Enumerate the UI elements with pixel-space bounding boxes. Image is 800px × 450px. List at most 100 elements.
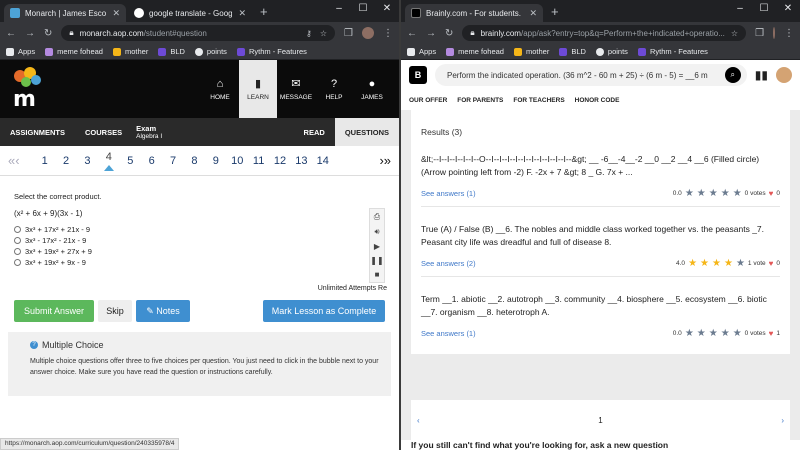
answer-choice[interactable]: 3x³ + 19x² + 9x - 9 bbox=[14, 257, 385, 268]
stop-icon[interactable]: ■ bbox=[375, 270, 380, 279]
nav-learn[interactable]: ▮ LEARN bbox=[239, 60, 277, 118]
answer-choice[interactable]: 3x³ + 19x² + 27x + 9 bbox=[14, 246, 385, 257]
bookmark-mother[interactable]: mother bbox=[112, 47, 148, 56]
maximize-icon[interactable]: ☐ bbox=[752, 3, 776, 14]
question-number[interactable]: 10 bbox=[227, 155, 248, 167]
prev-page-icon[interactable]: ‹ bbox=[417, 416, 420, 425]
result-item[interactable]: &lt;--I--I--I--I--I--O--I--I--I--I--I--I… bbox=[421, 147, 780, 207]
see-answers-link[interactable]: See answers (1) bbox=[421, 327, 476, 340]
heart-icon[interactable]: ♥ bbox=[769, 187, 774, 200]
bookmark-mother[interactable]: mother bbox=[513, 47, 549, 56]
result-text[interactable]: True (A) / False (B) __6. The nobles and… bbox=[421, 217, 780, 249]
profile-avatar[interactable] bbox=[362, 27, 374, 39]
nav-home[interactable]: ⌂ HOME bbox=[201, 60, 239, 118]
question-number[interactable]: 2 bbox=[55, 155, 76, 167]
bookmark-meme[interactable]: meme fohead bbox=[446, 47, 504, 56]
bookmark-bld[interactable]: BLD bbox=[559, 47, 586, 56]
first-question-icon[interactable]: «‹ bbox=[8, 153, 34, 168]
bookmark-apps[interactable]: Apps bbox=[6, 47, 35, 56]
monarch-logo[interactable]: m bbox=[10, 66, 44, 110]
answer-choice[interactable]: 3x³ + 17x² + 21x - 9 bbox=[14, 224, 385, 235]
reload-icon[interactable]: ↻ bbox=[445, 28, 453, 39]
questions-tab[interactable]: QUESTIONS bbox=[334, 118, 399, 146]
bookmark-rythm[interactable]: Rythm - Features bbox=[236, 47, 307, 56]
play-icon[interactable]: ▶ bbox=[374, 242, 380, 251]
question-number[interactable]: 13 bbox=[291, 155, 312, 167]
notes-button[interactable]: ✎ Notes bbox=[136, 300, 190, 322]
reload-icon[interactable]: ↻ bbox=[44, 28, 52, 39]
forward-icon[interactable]: → bbox=[426, 28, 436, 39]
read-tab[interactable]: READ bbox=[294, 118, 335, 146]
close-tab-icon[interactable]: ✕ bbox=[529, 8, 537, 19]
menu-our-offer[interactable]: OUR OFFER bbox=[409, 97, 447, 104]
result-text[interactable]: Term __1. abiotic __2. autotroph __3. co… bbox=[421, 287, 780, 319]
answer-choice[interactable]: 3x³ - 17x² - 21x - 9 bbox=[14, 235, 385, 246]
maximize-icon[interactable]: ☐ bbox=[351, 3, 375, 14]
minimize-icon[interactable]: – bbox=[728, 3, 752, 14]
menu-for-parents[interactable]: FOR PARENTS bbox=[457, 97, 503, 104]
pause-icon[interactable]: ❚❚ bbox=[370, 256, 383, 265]
question-number-current[interactable]: 4 bbox=[98, 151, 119, 171]
brainly-logo[interactable]: B bbox=[409, 66, 427, 84]
bookmark-points[interactable]: points bbox=[595, 47, 628, 56]
close-window-icon[interactable]: ✕ bbox=[375, 3, 399, 14]
radio-button[interactable] bbox=[14, 248, 21, 255]
see-answers-link[interactable]: See answers (1) bbox=[421, 187, 476, 200]
star-icon[interactable]: ☆ bbox=[731, 29, 738, 38]
minimize-icon[interactable]: – bbox=[327, 3, 351, 14]
question-number[interactable]: 12 bbox=[269, 155, 290, 167]
profile-avatar[interactable] bbox=[773, 27, 775, 39]
heart-icon[interactable]: ♥ bbox=[769, 327, 774, 340]
next-question-icon[interactable]: ›» bbox=[379, 153, 391, 168]
key-icon[interactable]: ⚷ bbox=[306, 29, 312, 38]
search-icon[interactable]: ⌕ bbox=[724, 67, 741, 83]
avatar[interactable] bbox=[776, 67, 792, 83]
stats-icon[interactable]: ▮▮ bbox=[755, 68, 768, 82]
menu-honor-code[interactable]: HONOR CODE bbox=[575, 97, 620, 104]
tab-brainly[interactable]: Brainly.com - For students. By st ✕ bbox=[405, 4, 543, 22]
courses-link[interactable]: COURSES bbox=[75, 118, 132, 146]
question-number[interactable]: 7 bbox=[162, 155, 183, 167]
question-number[interactable]: 14 bbox=[312, 155, 333, 167]
tab-monarch[interactable]: Monarch | James Escobar ✕ bbox=[4, 4, 126, 22]
close-tab-icon[interactable]: ✕ bbox=[238, 8, 246, 19]
nav-help[interactable]: ? HELP bbox=[315, 60, 353, 118]
star-icon[interactable]: ☆ bbox=[320, 29, 327, 38]
address-bar[interactable]: 🔒︎ monarch.aop.com/student#question ⚷ ☆ bbox=[61, 25, 336, 41]
close-tab-icon[interactable]: ✕ bbox=[112, 8, 120, 19]
question-number[interactable]: 11 bbox=[248, 155, 269, 167]
close-window-icon[interactable]: ✕ bbox=[776, 3, 800, 14]
nav-user[interactable]: ● JAMES bbox=[353, 60, 391, 118]
skip-button[interactable]: Skip bbox=[98, 300, 132, 322]
new-tab-icon[interactable]: + bbox=[260, 4, 268, 19]
question-number[interactable]: 3 bbox=[77, 155, 98, 167]
assignments-link[interactable]: ASSIGNMENTS bbox=[0, 118, 75, 146]
next-page-icon[interactable]: › bbox=[781, 416, 784, 425]
speaker-icon[interactable]: 🔊︎ bbox=[374, 227, 379, 237]
heart-icon[interactable]: ♥ bbox=[769, 257, 774, 270]
bookmark-points[interactable]: points bbox=[194, 47, 227, 56]
radio-button[interactable] bbox=[14, 259, 21, 266]
result-item[interactable]: True (A) / False (B) __6. The nobles and… bbox=[421, 217, 780, 277]
tab-google[interactable]: google translate - Google Search ✕ bbox=[128, 4, 252, 22]
radio-button[interactable] bbox=[14, 226, 21, 233]
bookmark-apps[interactable]: Apps bbox=[407, 47, 436, 56]
bookmark-rythm[interactable]: Rythm - Features bbox=[637, 47, 708, 56]
bookmark-bld[interactable]: BLD bbox=[158, 47, 185, 56]
submit-answer-button[interactable]: Submit Answer bbox=[14, 300, 94, 322]
address-bar[interactable]: 🔒︎ brainly.com/app/ask?entry=top&q=Perfo… bbox=[462, 25, 747, 41]
result-text[interactable]: &lt;--I--I--I--I--I--O--I--I--I--I--I--I… bbox=[421, 147, 780, 179]
forward-icon[interactable]: → bbox=[25, 28, 35, 39]
radio-button[interactable] bbox=[14, 237, 21, 244]
see-answers-link[interactable]: See answers (2) bbox=[421, 257, 476, 270]
question-number[interactable]: 5 bbox=[120, 155, 141, 167]
mark-complete-button[interactable]: Mark Lesson as Complete bbox=[263, 300, 385, 322]
page-number[interactable]: 1 bbox=[598, 416, 602, 425]
question-number[interactable]: 8 bbox=[184, 155, 205, 167]
nav-message[interactable]: ✉ MESSAGE bbox=[277, 60, 315, 118]
question-number[interactable]: 6 bbox=[141, 155, 162, 167]
question-number[interactable]: 1 bbox=[34, 155, 55, 167]
search-query[interactable]: Perform the indicated operation. (36 m^2… bbox=[447, 71, 719, 80]
menu-icon[interactable]: ⋮ bbox=[784, 28, 794, 39]
print-icon[interactable]: ⎙ bbox=[374, 212, 380, 222]
